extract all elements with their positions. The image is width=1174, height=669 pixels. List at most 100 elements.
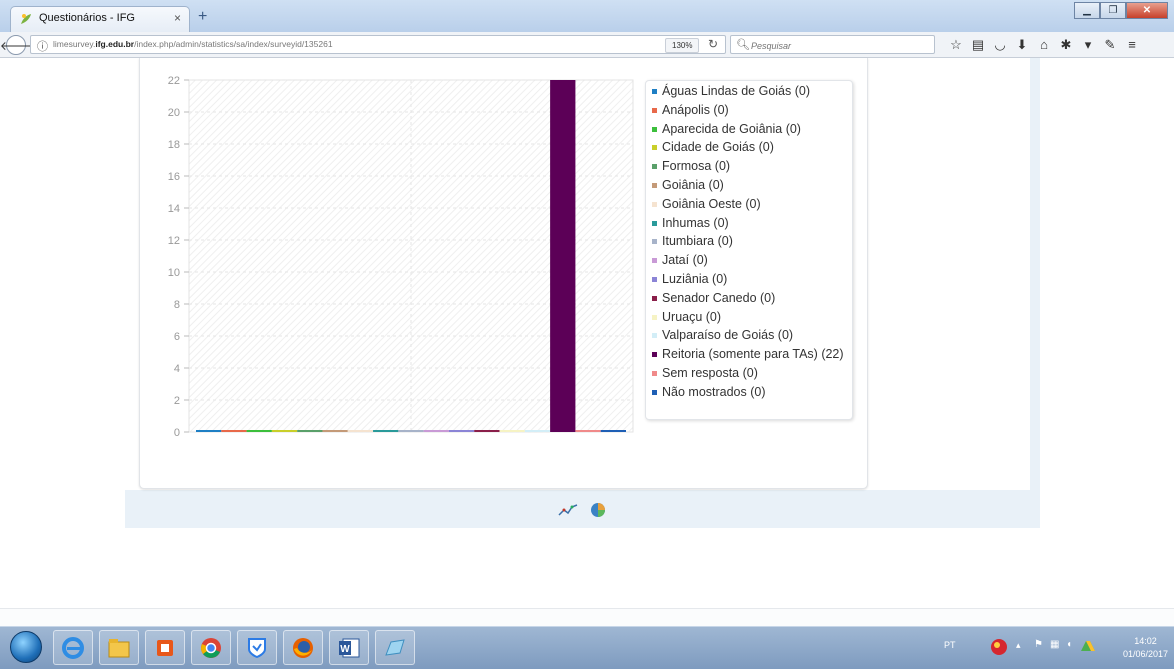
bar[interactable] <box>600 430 626 432</box>
legend-label: Não mostrados (0) <box>662 384 766 399</box>
y-tick-label: 20 <box>168 107 180 119</box>
legend-label: Formosa (0) <box>662 159 731 174</box>
line-chart-button[interactable] <box>557 500 578 520</box>
legend-item[interactable]: Sem resposta (0) <box>652 366 846 380</box>
extensions-icon[interactable]: ✱ <box>1055 35 1077 54</box>
bar[interactable] <box>271 430 298 432</box>
y-tick-label: 10 <box>168 267 180 279</box>
legend-item[interactable]: Uruaçu (0) <box>652 310 846 324</box>
dropdown-icon[interactable]: ▾ <box>1077 35 1099 54</box>
legend-item[interactable]: Inhumas (0) <box>652 216 846 230</box>
close-window-button[interactable]: ✕ <box>1126 2 1168 19</box>
bar[interactable] <box>196 430 222 432</box>
legend-item[interactable]: Goiânia Oeste (0) <box>652 197 846 211</box>
bookmark-star-icon[interactable]: ☆ <box>945 35 967 54</box>
chrome-icon <box>201 637 221 658</box>
site-info-icon[interactable]: ⓘ <box>37 38 48 54</box>
bar[interactable] <box>347 430 374 432</box>
drive-icon[interactable] <box>1080 639 1096 653</box>
search-box[interactable]: 🔍︎ <box>730 35 935 54</box>
legend-item[interactable]: Reitoria (somente para TAs) (22) <box>652 347 846 361</box>
menu-icon[interactable]: ≡ <box>1121 35 1143 54</box>
search-input[interactable] <box>749 37 933 54</box>
bar[interactable] <box>550 80 576 432</box>
tab-close-icon[interactable]: × <box>174 11 181 25</box>
legend-item[interactable]: Águas Lindas de Goiás (0) <box>652 84 846 98</box>
new-tab-button[interactable]: + <box>198 8 207 26</box>
address-bar[interactable]: ⓘ limesurvey.ifg.edu.br/index.php/admin/… <box>30 35 726 54</box>
y-tick-label: 4 <box>174 363 180 375</box>
office-taskbar-button[interactable] <box>145 630 185 665</box>
folder-icon <box>108 638 130 657</box>
reading-list-icon[interactable]: ▤ <box>967 35 989 54</box>
reload-icon[interactable]: ↻ <box>708 37 718 51</box>
bar[interactable] <box>524 430 551 432</box>
legend-item[interactable]: Senador Canedo (0) <box>652 291 846 305</box>
legend-item[interactable]: Goiânia (0) <box>652 178 846 192</box>
legend-label: Sem resposta (0) <box>662 365 758 380</box>
legend-label: Aparecida de Goiânia (0) <box>662 121 801 136</box>
app-tray-icon[interactable] <box>989 637 1009 657</box>
system-clock[interactable]: 14:02 01/06/2017 <box>1123 635 1168 661</box>
legend-swatch <box>652 201 657 207</box>
legend-item[interactable]: Anápolis (0) <box>652 103 846 117</box>
flag-icon[interactable]: ⚑ <box>1034 639 1043 650</box>
page-footer-area <box>0 609 1174 626</box>
explorer-taskbar-button[interactable] <box>99 630 139 665</box>
start-button[interactable] <box>10 631 42 663</box>
pie-chart-button[interactable] <box>588 500 608 520</box>
internet-explorer-taskbar-button[interactable] <box>53 630 93 665</box>
y-tick-label: 22 <box>168 75 180 87</box>
legend-item[interactable]: Aparecida de Goiânia (0) <box>652 122 846 136</box>
zoom-level-badge[interactable]: 130% <box>665 38 700 53</box>
navigation-toolbar: 🡐 ⓘ limesurvey.ifg.edu.br/index.php/admi… <box>0 32 1174 58</box>
browser-tab[interactable]: Questionários - IFG × <box>10 6 190 32</box>
chart-type-switcher <box>125 492 1040 528</box>
network-icon[interactable]: ▦ <box>1050 639 1059 650</box>
legend-swatch <box>652 126 657 132</box>
restore-button[interactable]: ❐ <box>1100 2 1126 19</box>
language-indicator[interactable]: PT <box>944 640 956 650</box>
bar[interactable] <box>575 430 601 432</box>
legend-item[interactable]: Itumbiara (0) <box>652 234 846 248</box>
legend-label: Uruaçu (0) <box>662 309 722 324</box>
app-taskbar-button[interactable] <box>237 630 277 665</box>
window-taskbar-button[interactable] <box>375 630 415 665</box>
bar[interactable] <box>398 430 424 432</box>
y-tick-label: 8 <box>174 299 180 311</box>
minimize-button[interactable]: ▁ <box>1074 2 1100 19</box>
home-icon[interactable]: ⌂ <box>1033 35 1055 54</box>
bar[interactable] <box>297 430 323 432</box>
bar[interactable] <box>448 430 475 432</box>
bar[interactable] <box>474 430 500 432</box>
limesurvey-favicon-icon <box>21 14 31 24</box>
y-tick-label: 18 <box>168 139 180 151</box>
downloads-icon[interactable]: ⬇ <box>1011 35 1033 54</box>
bar[interactable] <box>373 430 399 432</box>
y-tick-label: 2 <box>174 395 180 407</box>
legend-item[interactable]: Formosa (0) <box>652 159 846 173</box>
pocket-icon[interactable]: ◡ <box>989 35 1011 54</box>
browser-tab-strip: Questionários - IFG × + ▁ ❐ ✕ <box>0 0 1174 32</box>
chrome-taskbar-button[interactable] <box>191 630 231 665</box>
toolbar-icons: ☆ ▤ ◡ ⬇ ⌂ ✱ ▾ ✎ ≡ <box>945 35 1143 54</box>
tray-expand-icon[interactable]: ▴ <box>1016 640 1021 651</box>
bar[interactable] <box>423 430 449 432</box>
legend-item[interactable]: Não mostrados (0) <box>652 385 846 399</box>
pie-chart-icon <box>590 503 605 517</box>
firefox-taskbar-button[interactable] <box>283 630 323 665</box>
bar[interactable] <box>221 430 247 432</box>
legend-item[interactable]: Cidade de Goiás (0) <box>652 140 846 154</box>
volume-icon[interactable]: ◖ <box>1066 639 1072 650</box>
back-button[interactable]: 🡐 <box>0 35 32 55</box>
word-icon: W <box>339 638 360 657</box>
word-taskbar-button[interactable]: W <box>329 630 369 665</box>
bar[interactable] <box>322 430 348 432</box>
bar[interactable] <box>246 430 272 432</box>
legend-item[interactable]: Luziânia (0) <box>652 272 846 286</box>
legend-item[interactable]: Valparaíso de Goiás (0) <box>652 328 846 342</box>
legend-swatch <box>652 145 657 151</box>
legend-item[interactable]: Jataí (0) <box>652 253 846 267</box>
bar[interactable] <box>499 430 525 432</box>
pen-icon[interactable]: ✎ <box>1099 35 1121 54</box>
